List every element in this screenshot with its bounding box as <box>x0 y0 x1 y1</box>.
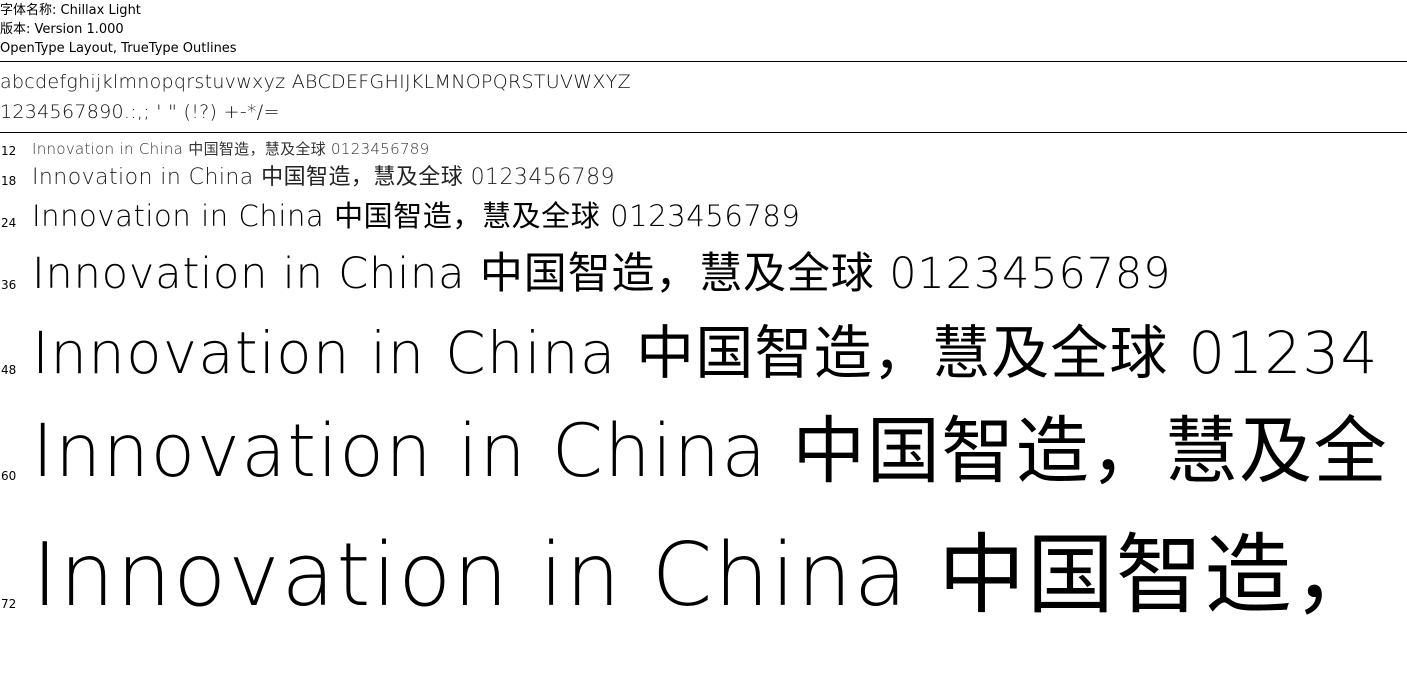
sample-text: Innovation in China 中国智造，慧及全球 0123456789 <box>32 139 429 159</box>
size-label: 12 <box>1 144 17 158</box>
sample-cjk: 中国智造，慧及全球 <box>261 165 464 190</box>
sample-digits: 0123456789 <box>610 199 801 233</box>
size-label: 36 <box>1 278 17 292</box>
size-label: 18 <box>1 174 17 188</box>
size-label: 72 <box>1 597 17 611</box>
divider-bottom <box>0 132 1407 133</box>
sample-cjk: 中国智造， <box>938 524 1382 626</box>
sample-cjk: 中国智造，慧及全 <box>792 409 1389 494</box>
sample-row-18: 18 Innovation in China 中国智造，慧及全球 0123456… <box>0 162 1407 196</box>
sample-cjk: 中国智造，慧及全球 <box>479 249 875 299</box>
sample-latin: Innovation in China <box>32 140 184 158</box>
size-label: 24 <box>1 216 17 230</box>
charset-letters: abcdefghijklmnopqrstuvwxyz ABCDEFGHIJKLM… <box>0 71 631 93</box>
sample-text: Innovation in China 中国智造，慧及全球 0123456789 <box>32 198 800 234</box>
divider-top <box>0 61 1407 62</box>
sample-text: Innovation in China 中国智造，慧及全球 0123456789 <box>32 246 1171 302</box>
sample-latin: Innovation in China <box>32 199 325 233</box>
sample-digits: 0123456789 <box>331 140 430 158</box>
size-label: 48 <box>1 363 17 377</box>
sample-text: Innovation in China 中国智造，慧及全球 0123456789 <box>32 164 615 192</box>
sample-digits: 0123456789 <box>889 249 1172 299</box>
sample-cjk: 中国智造，慧及全球 <box>334 199 601 233</box>
sample-latin: Innovation in China <box>32 249 466 299</box>
sample-cjk: 中国智造，慧及全球 <box>188 140 326 158</box>
font-version-line: 版本: Version 1.000 <box>0 22 124 37</box>
sample-digits: 01234 <box>1188 319 1379 387</box>
sample-row-72: 72 Innovation in China 中国智造， <box>0 516 1407 636</box>
sample-latin: Innovation in China <box>32 319 617 387</box>
sample-text: Innovation in China 中国智造， <box>32 520 1382 630</box>
sample-latin: Innovation in China <box>32 524 909 626</box>
sample-row-24: 24 Innovation in China 中国智造，慧及全球 0123456… <box>0 196 1407 238</box>
sample-row-60: 60 Innovation in China 中国智造，慧及全 <box>0 402 1407 506</box>
sample-text: Innovation in China 中国智造，慧及全球 01234 <box>32 316 1379 390</box>
font-type-line: OpenType Layout, TrueType Outlines <box>0 41 237 56</box>
sample-digits: 0123456789 <box>470 165 615 190</box>
size-label: 60 <box>1 469 17 483</box>
sample-row-12: 12 Innovation in China 中国智造，慧及全球 0123456… <box>0 137 1407 163</box>
sample-latin: Innovation in China <box>32 409 768 494</box>
sample-latin: Innovation in China <box>32 165 254 190</box>
sample-row-48: 48 Innovation in China 中国智造，慧及全球 01234 <box>0 312 1407 396</box>
charset-digits-symbols: 1234567890.:,; ' " (!?) +-*/= <box>0 101 280 123</box>
sample-cjk: 中国智造，慧及全球 <box>636 319 1169 387</box>
sample-text: Innovation in China 中国智造，慧及全 <box>32 406 1388 498</box>
sample-row-36: 36 Innovation in China 中国智造，慧及全球 0123456… <box>0 244 1407 306</box>
font-name-line: 字体名称: Chillax Light <box>0 3 141 18</box>
